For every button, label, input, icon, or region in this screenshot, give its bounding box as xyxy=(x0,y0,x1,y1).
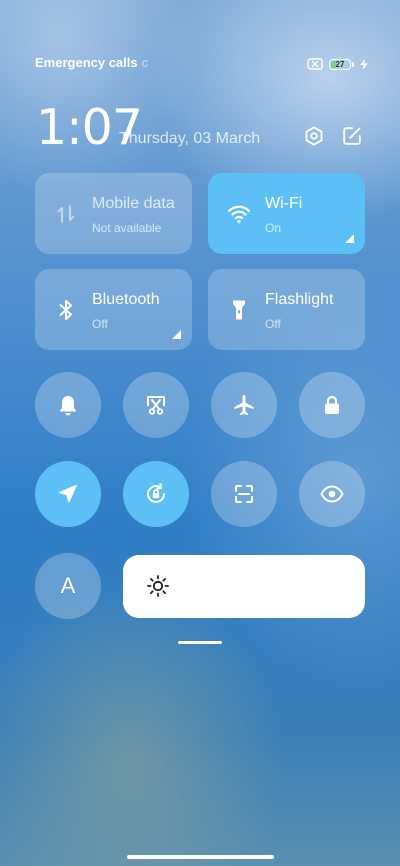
bluetooth-icon xyxy=(54,298,78,322)
tile-flashlight[interactable]: Flashlight Off xyxy=(208,269,365,350)
expand-corner-icon[interactable] xyxy=(172,330,181,339)
settings-hexagon-icon[interactable] xyxy=(303,125,325,147)
tile-mobile-data-subtitle: Not available xyxy=(92,221,162,235)
edit-icon[interactable] xyxy=(341,125,363,147)
tile-bluetooth[interactable]: Bluetooth Off xyxy=(35,269,192,350)
screenshot-icon xyxy=(147,396,165,415)
battery-cap xyxy=(352,61,354,67)
tile-bluetooth-subtitle: Off xyxy=(92,317,108,331)
tile-mobile-data[interactable]: Mobile data Not available xyxy=(35,173,192,254)
lock-icon xyxy=(325,395,339,414)
expand-corner-icon[interactable] xyxy=(345,234,354,243)
toggle-screenshot[interactable] xyxy=(123,372,189,438)
bell-icon xyxy=(60,396,76,416)
home-indicator[interactable] xyxy=(127,855,274,859)
auto-brightness-label: A xyxy=(60,573,76,598)
toggle-location[interactable] xyxy=(35,461,101,527)
toggle-lock-screen[interactable] xyxy=(299,372,365,438)
wifi-icon xyxy=(227,202,251,226)
battery-level: 27 xyxy=(335,59,345,69)
eye-icon xyxy=(320,485,344,503)
panel-drag-handle[interactable] xyxy=(178,641,222,644)
rotation-lock-icon xyxy=(147,483,166,503)
tile-flashlight-subtitle: Off xyxy=(265,317,281,331)
status-bar: Emergency calls c 27 xyxy=(35,55,368,73)
toggle-airplane[interactable] xyxy=(211,372,277,438)
tile-wifi[interactable]: Wi-Fi On xyxy=(208,173,365,254)
sun-icon xyxy=(147,575,169,597)
mobile-data-icon xyxy=(54,202,78,226)
scanner-icon xyxy=(235,485,253,503)
status-carrier-label: Emergency calls xyxy=(35,55,138,70)
toggle-rotation-lock[interactable] xyxy=(123,461,189,527)
battery-icon: 27 xyxy=(329,58,351,70)
tile-bluetooth-title: Bluetooth xyxy=(92,291,160,308)
clock-date: Thursday, 03 March xyxy=(119,130,261,147)
tile-wifi-title: Wi-Fi xyxy=(265,195,303,212)
tile-mobile-data-title: Mobile data xyxy=(92,195,175,212)
tile-wifi-subtitle: On xyxy=(265,221,282,235)
toggle-scanner[interactable] xyxy=(211,461,277,527)
status-carrier-text: Emergency calls c xyxy=(35,55,148,70)
status-carrier-label-faded: c xyxy=(141,55,149,70)
toggle-auto-brightness[interactable]: A xyxy=(35,553,101,619)
status-icons: 27 xyxy=(307,57,368,71)
toggle-silent[interactable] xyxy=(35,372,101,438)
tile-flashlight-title: Flashlight xyxy=(265,291,334,308)
airplane-icon xyxy=(234,395,254,415)
sim-off-icon xyxy=(307,58,323,70)
charging-bolt-icon xyxy=(360,58,368,70)
flashlight-icon xyxy=(227,298,251,322)
location-icon xyxy=(59,484,77,503)
brightness-slider[interactable] xyxy=(123,555,365,618)
toggle-reading-mode[interactable] xyxy=(299,461,365,527)
